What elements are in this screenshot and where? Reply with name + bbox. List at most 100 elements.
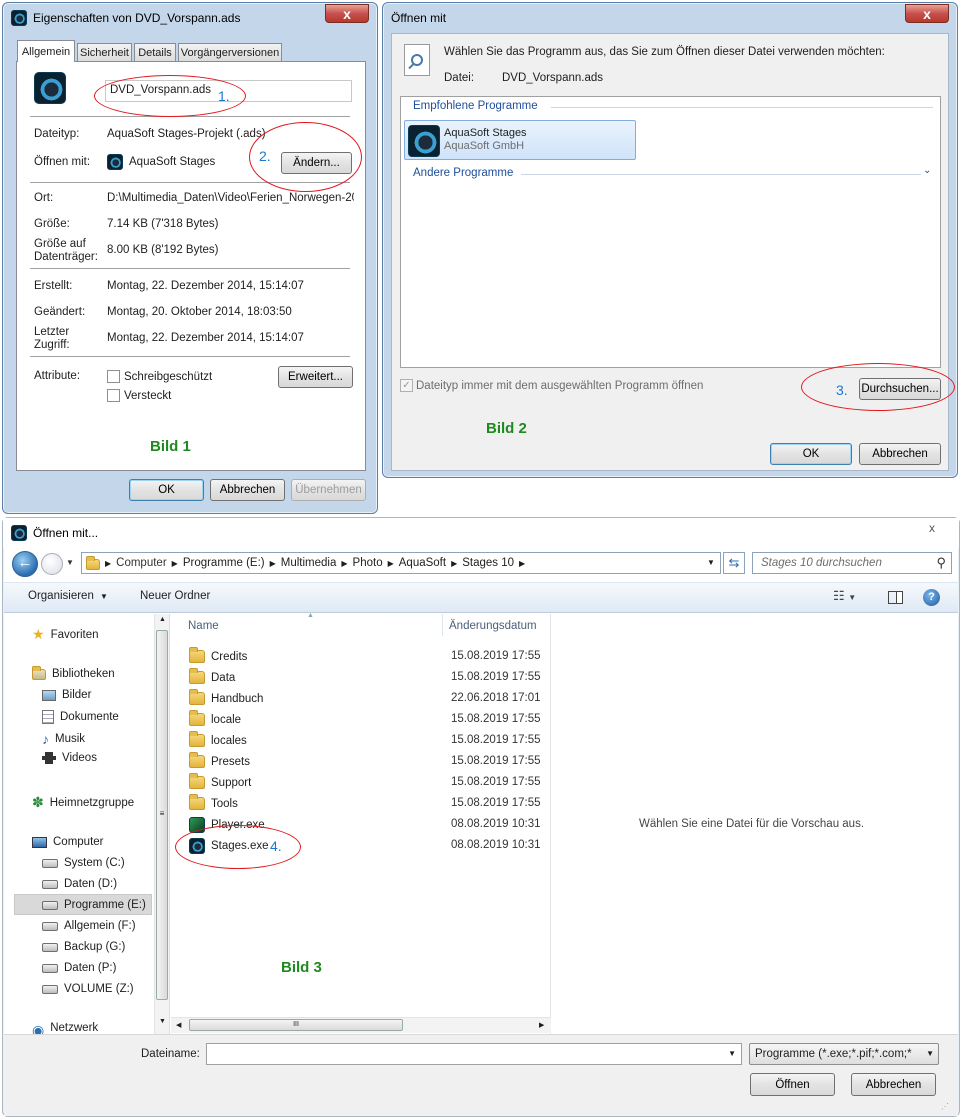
program-vendor: AquaSoft GmbH	[444, 140, 525, 152]
program-name: AquaSoft Stages	[444, 127, 527, 139]
readonly-checkbox[interactable]	[107, 370, 120, 383]
file-hscrollbar[interactable]: ◀ III ▶	[171, 1017, 551, 1033]
always-use-checkbox-row[interactable]: ✓ Dateityp immer mit dem ausgewählten Pr…	[400, 379, 703, 392]
readonly-checkbox-row[interactable]: Schreibgeschützt	[107, 370, 212, 383]
file-row[interactable]: Credits	[189, 646, 247, 667]
scroll-down-arrow[interactable]: ▼	[159, 1018, 166, 1025]
breadcrumb-stages10[interactable]: Stages 10	[462, 557, 514, 569]
address-bar[interactable]: ▶ Computer ▶ Programme (E:) ▶ Multimedia…	[81, 552, 721, 574]
tab-sicherheit[interactable]: Sicherheit	[77, 43, 132, 61]
tab-allgemein[interactable]: Allgemein	[17, 40, 75, 62]
annotation-number-3: 3.	[836, 382, 848, 398]
file-row[interactable]: locale	[189, 709, 241, 730]
breadcrumb-aquasoft[interactable]: AquaSoft	[399, 557, 446, 569]
scroll-thumb[interactable]: ≡	[156, 630, 168, 1000]
tab-vorgaengerversionen[interactable]: Vorgängerversionen	[178, 43, 282, 61]
scroll-right-arrow[interactable]: ▶	[539, 1021, 544, 1029]
nav-drive-f[interactable]: Allgemein (F:)	[42, 920, 136, 932]
file-row[interactable]: Support	[189, 772, 251, 793]
nav-libraries[interactable]: Bibliotheken	[32, 665, 115, 680]
breadcrumb-programme[interactable]: Programme (E:)	[183, 557, 265, 569]
resize-grip-icon[interactable]: ⋰	[941, 1102, 949, 1111]
nav-favorites[interactable]: ★ Favoriten	[32, 626, 99, 643]
apply-button[interactable]: Übernehmen	[291, 479, 366, 501]
nav-dokumente[interactable]: Dokumente	[42, 710, 119, 724]
view-options-icon[interactable]: ☷ ▼	[833, 588, 856, 604]
nav-drive-z[interactable]: VOLUME (Z:)	[42, 983, 134, 995]
breadcrumb-photo[interactable]: Photo	[353, 557, 383, 569]
readonly-label: Schreibgeschützt	[124, 370, 213, 383]
filedialog-titlebar[interactable]: Öffnen mit...	[3, 518, 959, 548]
new-folder-button[interactable]: Neuer Ordner	[140, 590, 210, 602]
forward-button[interactable]	[41, 553, 63, 575]
refresh-button[interactable]: ⇆	[723, 552, 745, 574]
file-name: locales	[211, 734, 247, 747]
nav-videos[interactable]: Videos	[42, 752, 97, 764]
nav-videos-label: Videos	[62, 752, 97, 764]
recent-locations-dropdown[interactable]: ▼	[66, 558, 74, 567]
ok-button[interactable]: OK	[129, 479, 204, 501]
breadcrumb-computer[interactable]: Computer	[116, 557, 167, 569]
file-row[interactable]: Tools	[189, 793, 238, 814]
nav-scrollbar[interactable]: ▲ ≡ ▼	[154, 614, 169, 1034]
advanced-button[interactable]: Erweitert...	[278, 366, 353, 388]
always-use-checkbox[interactable]: ✓	[400, 379, 413, 392]
open-button[interactable]: Öffnen	[750, 1073, 835, 1096]
close-icon[interactable]: x	[921, 522, 943, 536]
back-button[interactable]: ←	[12, 551, 38, 577]
openwith-titlebar[interactable]: Öffnen mit	[383, 3, 957, 33]
cancel-button[interactable]: Abbrechen	[210, 479, 285, 501]
scroll-up-arrow[interactable]: ▲	[159, 616, 166, 623]
hidden-checkbox[interactable]	[107, 389, 120, 402]
close-button[interactable]: x	[325, 4, 369, 23]
file-name: Handbuch	[211, 692, 264, 705]
location-label: Ort:	[34, 192, 54, 204]
address-dropdown-icon[interactable]: ▼	[707, 558, 715, 567]
file-row[interactable]: locales	[189, 730, 247, 751]
properties-titlebar[interactable]: Eigenschaften von DVD_Vorspann.ads	[3, 3, 377, 33]
drive-icon	[42, 921, 58, 931]
column-header-name[interactable]: Name	[188, 620, 219, 632]
search-placeholder: Stages 10 durchsuchen	[761, 557, 882, 569]
other-programs-heading[interactable]: Andere Programme	[413, 167, 513, 179]
column-header-date[interactable]: Änderungsdatum	[449, 620, 537, 632]
nav-musik[interactable]: ♪ Musik	[42, 731, 85, 747]
file-row[interactable]: Handbuch	[189, 688, 263, 709]
hscroll-thumb[interactable]: III	[189, 1019, 403, 1031]
filename-input[interactable]: ▼	[206, 1043, 742, 1065]
nav-favorites-label: Favoriten	[50, 628, 99, 641]
program-item-aquasoft-stages[interactable]: AquaSoft Stages AquaSoft GmbH	[404, 120, 636, 160]
filedialog-title: Öffnen mit...	[33, 526, 99, 540]
file-row[interactable]: Presets	[189, 751, 250, 772]
help-icon[interactable]: ?	[923, 589, 940, 606]
preview-pane-icon[interactable]	[888, 591, 903, 604]
nav-drive-g[interactable]: Backup (G:)	[42, 941, 125, 953]
close-button[interactable]: x	[905, 4, 949, 23]
nav-drive-d[interactable]: Daten (D:)	[42, 878, 117, 890]
tab-details[interactable]: Details	[134, 43, 176, 61]
cancel-button[interactable]: Abbrechen	[851, 1073, 936, 1096]
nav-drive-p[interactable]: Daten (P:)	[42, 962, 116, 974]
annotation-ring-4	[175, 825, 301, 869]
expand-chevron-icon[interactable]: ⌄	[923, 165, 931, 176]
file-type-filter[interactable]: Programme (*.exe;*.pif;*.com;* ▼	[749, 1043, 939, 1065]
cancel-button[interactable]: Abbrechen	[859, 443, 941, 465]
breadcrumb-multimedia[interactable]: Multimedia	[281, 557, 337, 569]
openwith-title: Öffnen mit	[391, 11, 447, 25]
ok-button[interactable]: OK	[770, 443, 852, 465]
nav-network[interactable]: ◉ Netzwerk	[32, 1022, 98, 1034]
nav-drive-e[interactable]: Programme (E:)	[42, 899, 146, 911]
organize-menu[interactable]: Organisieren ▼	[28, 590, 108, 602]
nav-drive-c[interactable]: System (C:)	[42, 857, 125, 869]
folder-icon	[189, 710, 205, 726]
breadcrumb-separator: ▶	[105, 558, 112, 568]
nav-homegroup[interactable]: ✽ Heimnetzgruppe	[32, 794, 134, 811]
nav-computer[interactable]: Computer	[32, 836, 104, 848]
scroll-left-arrow[interactable]: ◀	[176, 1021, 181, 1029]
magnifier-icon	[404, 44, 430, 76]
search-box[interactable]: Stages 10 durchsuchen ⚲	[752, 552, 952, 574]
nav-bilder[interactable]: Bilder	[42, 689, 91, 701]
chevron-down-icon[interactable]: ▼	[728, 1049, 736, 1058]
file-row[interactable]: Data	[189, 667, 235, 688]
hidden-checkbox-row[interactable]: Versteckt	[107, 389, 171, 402]
